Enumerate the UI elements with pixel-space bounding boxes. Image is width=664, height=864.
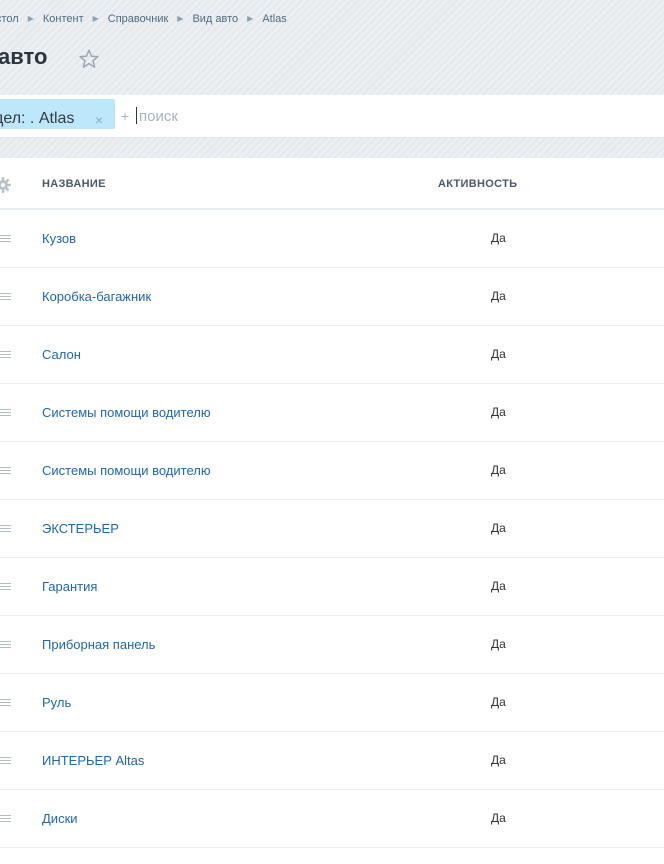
breadcrumb-separator-icon: ▶: [247, 14, 254, 23]
breadcrumb-item-atlas[interactable]: Atlas: [262, 13, 286, 25]
gear-icon[interactable]: [0, 176, 12, 194]
row-activity-value: Да: [491, 811, 506, 825]
row-name-link[interactable]: Коробка-багажник: [42, 289, 151, 304]
row-name-link[interactable]: Диски: [42, 811, 78, 826]
filter-chip-label: дел: . Atlas: [0, 110, 75, 127]
table-row[interactable]: Диски Да: [0, 790, 664, 848]
table-row[interactable]: Системы помощи водителю Да: [0, 384, 664, 442]
breadcrumb-separator-icon: ▶: [27, 14, 34, 23]
drag-handle-icon[interactable]: [0, 293, 11, 301]
page-header: стол ▶ Контент ▶ Справочник ▶ Вид авто ▶ Atlas а…: [0, 0, 664, 158]
row-activity-value: Да: [491, 405, 506, 419]
row-name-link[interactable]: Гарантия: [42, 579, 97, 594]
close-icon[interactable]: ×: [95, 112, 103, 128]
drag-handle-icon[interactable]: [0, 641, 11, 649]
drag-handle-icon[interactable]: [0, 235, 11, 243]
column-header-activity[interactable]: АКТИВНОСТЬ: [438, 178, 517, 190]
data-table: НАЗВАНИЕ АКТИВНОСТЬ Кузов Да Коробка-багаж…: [0, 158, 664, 864]
row-activity-value: Да: [491, 231, 506, 245]
row-activity-value: Да: [491, 753, 506, 767]
drag-handle-icon[interactable]: [0, 525, 11, 533]
table-header: НАЗВАНИЕ АКТИВНОСТЬ: [0, 158, 664, 210]
row-activity-value: Да: [491, 347, 506, 361]
table-row[interactable]: ЭКСТЕРЬЕР Да: [0, 500, 664, 558]
drag-handle-icon[interactable]: [0, 815, 11, 823]
drag-handle-icon[interactable]: [0, 409, 11, 417]
table-row[interactable]: Руль Да: [0, 674, 664, 732]
row-activity-value: Да: [491, 463, 506, 477]
row-name-link[interactable]: Приборная панель: [42, 637, 155, 652]
breadcrumb: стол ▶ Контент ▶ Справочник ▶ Вид авто ▶ Atlas: [0, 13, 287, 25]
table-row[interactable]: Коробка-багажник Да: [0, 268, 664, 326]
drag-handle-icon[interactable]: [0, 467, 11, 475]
breadcrumb-separator-icon: ▶: [92, 14, 99, 23]
row-activity-value: Да: [491, 289, 506, 303]
breadcrumb-separator-icon: ▶: [177, 14, 184, 23]
breadcrumb-item-content[interactable]: Контент: [43, 13, 84, 25]
add-filter-button[interactable]: +: [121, 108, 129, 124]
row-activity-value: Да: [491, 521, 506, 535]
row-activity-value: Да: [491, 637, 506, 651]
breadcrumb-item-reference[interactable]: Справочник: [108, 13, 169, 25]
table-row[interactable]: Гарантия Да: [0, 558, 664, 616]
row-name-link[interactable]: Салон: [42, 347, 81, 362]
star-icon[interactable]: [78, 48, 100, 70]
search-input[interactable]: [139, 105, 639, 127]
table-row[interactable]: Салон Да: [0, 326, 664, 384]
drag-handle-icon[interactable]: [0, 699, 11, 707]
text-cursor: [136, 107, 137, 124]
row-name-link[interactable]: ЭКСТЕРЬЕР: [42, 521, 119, 536]
breadcrumb-item-desktop[interactable]: стол: [0, 13, 19, 25]
column-header-name[interactable]: НАЗВАНИЕ: [42, 178, 106, 190]
drag-handle-icon[interactable]: [0, 757, 11, 765]
drag-handle-icon[interactable]: [0, 583, 11, 591]
row-name-link[interactable]: Руль: [42, 695, 71, 710]
table-row[interactable]: Кузов Да: [0, 210, 664, 268]
row-name-link[interactable]: Кузов: [42, 231, 76, 246]
table-row[interactable]: ИНТЕРЬЕР Altas Да: [0, 732, 664, 790]
table-row[interactable]: Системы помощи водителю Да: [0, 442, 664, 500]
row-name-link[interactable]: Системы помощи водителю: [42, 463, 211, 478]
table-row[interactable]: Приборная панель Да: [0, 616, 664, 674]
row-name-link[interactable]: ИНТЕРЬЕР Altas: [42, 753, 144, 768]
row-name-link[interactable]: Системы помощи водителю: [42, 405, 211, 420]
drag-handle-icon[interactable]: [0, 351, 11, 359]
row-activity-value: Да: [491, 695, 506, 709]
breadcrumb-item-car-type[interactable]: Вид авто: [192, 13, 238, 25]
row-activity-value: Да: [491, 579, 506, 593]
filter-chip[interactable]: дел: . Atlas ×: [0, 99, 115, 129]
page-title: авто: [0, 44, 48, 69]
